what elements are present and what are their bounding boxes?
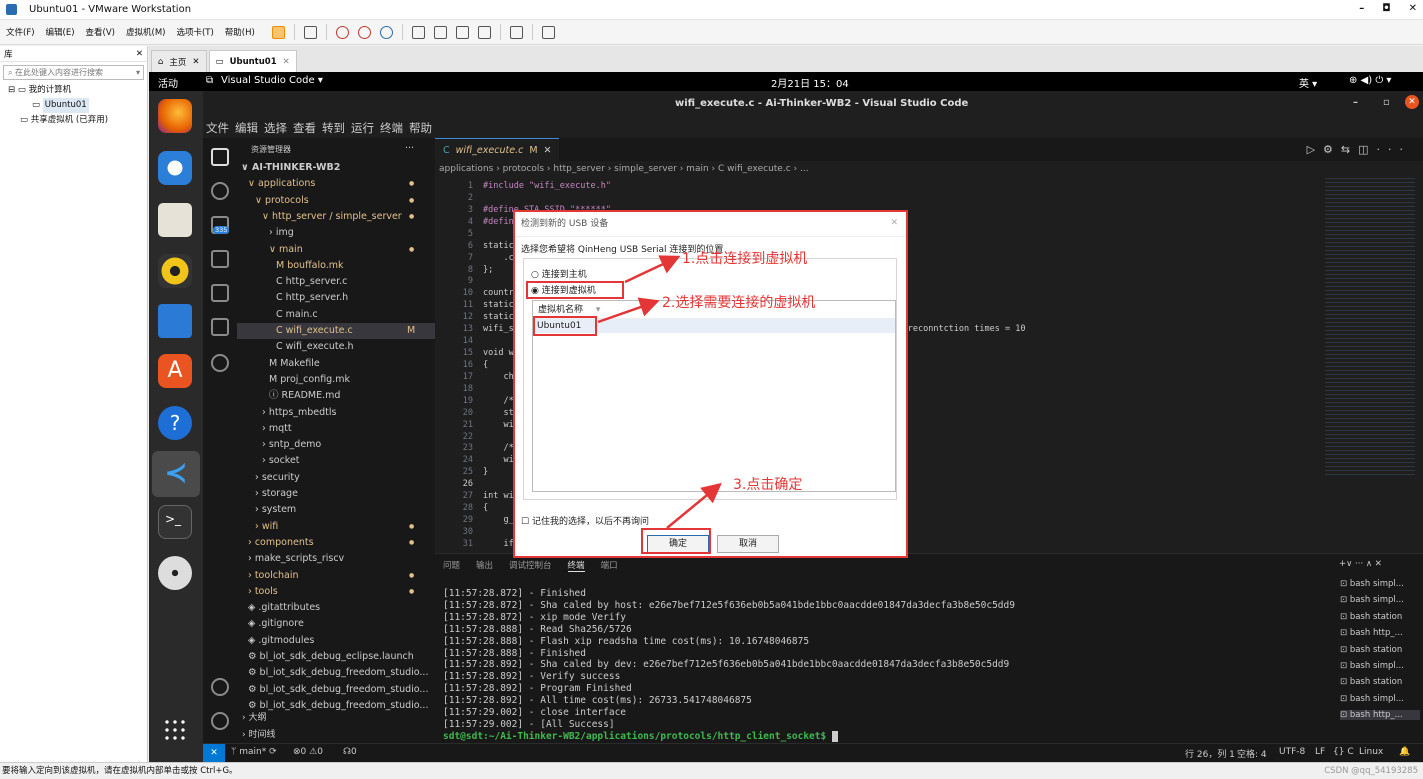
status-hint: 要将输入定向到该虚拟机，请在虚拟机内部单击或按 Ctrl+G。 bbox=[2, 766, 238, 776]
arrow-1 bbox=[624, 255, 681, 284]
arrow-2 bbox=[597, 297, 660, 324]
arrow-3 bbox=[666, 482, 722, 529]
annotation-step-1: 1.点击连接到虚拟机 bbox=[682, 251, 808, 267]
annotation-step-2: 2.选择需要连接的虚拟机 bbox=[662, 295, 816, 311]
vmware-status-bar: 要将输入定向到该虚拟机，请在虚拟机内部单击或按 Ctrl+G。 CSDN @qq… bbox=[0, 762, 1423, 779]
annotation-arrows bbox=[597, 255, 722, 529]
watermark: CSDN @qq_54193285 bbox=[1324, 766, 1418, 776]
annotation-step-3: 3.点击确定 bbox=[733, 477, 803, 493]
